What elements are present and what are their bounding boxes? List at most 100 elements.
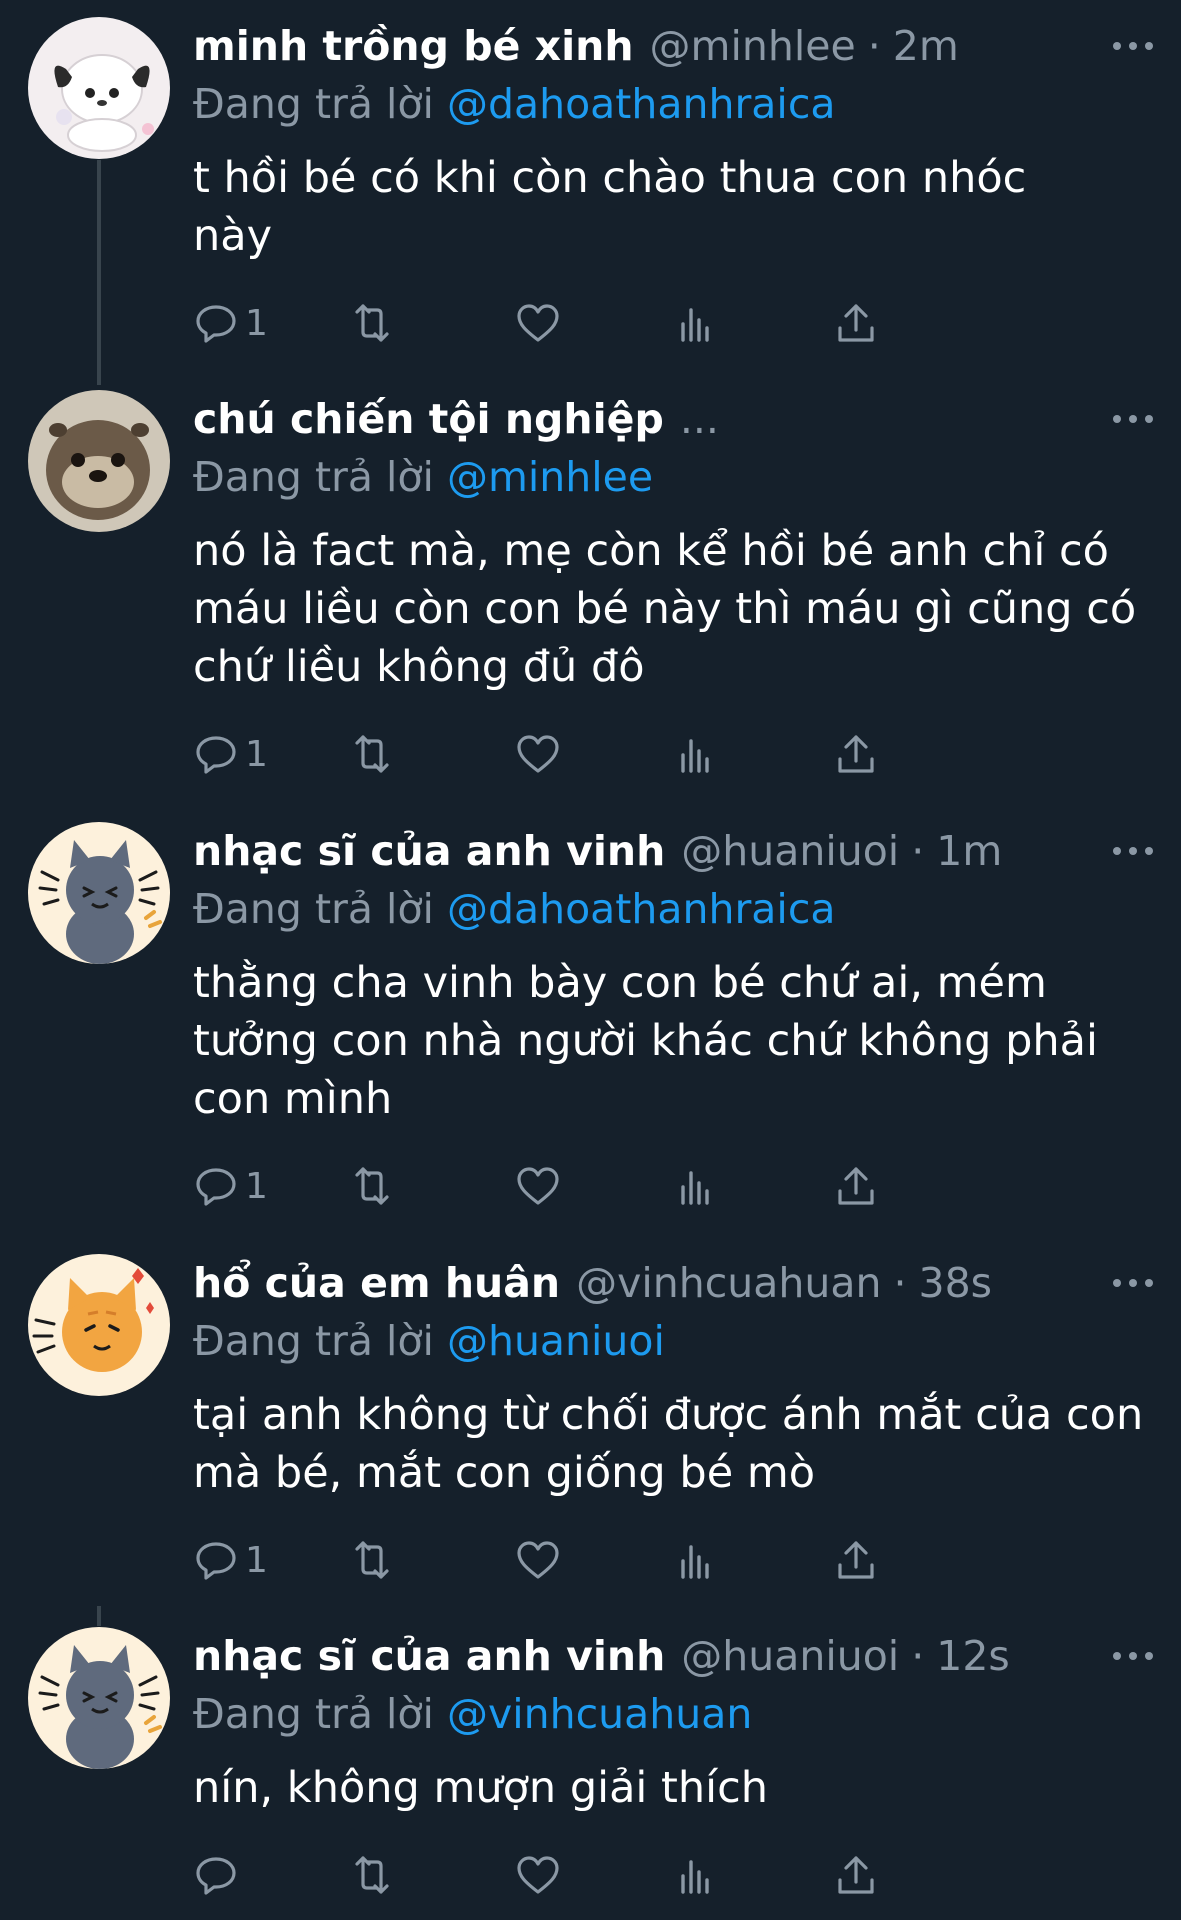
thread-connector-line: [97, 160, 101, 385]
retweet-button[interactable]: [349, 1156, 395, 1216]
user-handle[interactable]: @huaniuoi: [681, 822, 899, 880]
retweet-icon: [355, 1167, 389, 1205]
heart-icon: [517, 1856, 559, 1894]
retweet-button[interactable]: [349, 724, 395, 784]
reply-icon: [196, 736, 236, 774]
tweet-header: nhạc sĩ của anh vinh @huaniuoi · 1m: [193, 822, 1153, 880]
user-handle[interactable]: @vinhcuahuan: [576, 1254, 881, 1312]
tweet-header: nhạc sĩ của anh vinh @huaniuoi · 12s: [193, 1627, 1153, 1685]
dog-avatar-icon: [28, 17, 170, 159]
heart-icon: [517, 304, 559, 342]
replying-to-mention[interactable]: @huaniuoi: [447, 1317, 665, 1365]
heart-icon: [517, 1167, 559, 1205]
replying-to-line: Đang trả lời @vinhcuahuan: [193, 1685, 1153, 1743]
reply-button[interactable]: [193, 1845, 245, 1905]
view-analytics-button[interactable]: [673, 1845, 719, 1905]
display-name[interactable]: minh trồng bé xinh: [193, 17, 634, 75]
share-icon: [838, 1541, 874, 1579]
retweet-button[interactable]: [349, 1530, 395, 1590]
timestamp[interactable]: 1m: [936, 822, 1002, 880]
tweet-header: chú chiến tội nghiệp ...: [193, 390, 1153, 448]
retweet-icon: [355, 304, 389, 342]
replying-to-line: Đang trả lời @huaniuoi: [193, 1312, 1153, 1370]
reply-button[interactable]: 1: [193, 1530, 268, 1590]
share-button[interactable]: [833, 1845, 879, 1905]
like-button[interactable]: [515, 1156, 561, 1216]
gray-cat-avatar-icon: [28, 1627, 170, 1769]
replying-to-mention[interactable]: @dahoathanhraica: [447, 80, 836, 128]
replying-to-line: Đang trả lời @minhlee: [193, 448, 1153, 506]
replying-to-mention[interactable]: @dahoathanhraica: [447, 885, 836, 933]
user-handle[interactable]: @minhlee: [650, 17, 856, 75]
gray-cat-avatar-icon: [28, 822, 170, 964]
analytics-icon: [681, 1171, 709, 1205]
retweet-button[interactable]: [349, 1845, 395, 1905]
replying-to-line: Đang trả lời @dahoathanhraica: [193, 75, 1153, 133]
avatar[interactable]: [28, 390, 170, 532]
separator-dot: ·: [911, 1632, 925, 1680]
like-button[interactable]: [515, 293, 561, 353]
retweet-button[interactable]: [349, 293, 395, 353]
timestamp[interactable]: 38s: [919, 1254, 993, 1312]
more-options-button[interactable]: [1113, 31, 1153, 61]
tweet-text: t hồi bé có khi còn chào thua con nhóc n…: [193, 153, 1027, 261]
reply-icon: [196, 1542, 236, 1580]
retweet-icon: [355, 735, 389, 773]
avatar[interactable]: [28, 1254, 170, 1396]
tweet-text: nín, không mượn giải thích: [193, 1763, 768, 1813]
like-button[interactable]: [515, 1845, 561, 1905]
reply-icon: [196, 1857, 236, 1895]
tweet-actions: 1: [193, 293, 1153, 353]
share-button[interactable]: [833, 724, 879, 784]
share-icon: [838, 1167, 874, 1205]
more-options-button[interactable]: [1113, 1268, 1153, 1298]
orange-cat-avatar-icon: [28, 1254, 170, 1396]
avatar[interactable]: [28, 822, 170, 964]
view-analytics-button[interactable]: [673, 1530, 719, 1590]
view-analytics-button[interactable]: [673, 293, 719, 353]
name-truncation: ...: [679, 395, 719, 443]
reply-icon: [196, 305, 236, 343]
share-button[interactable]: [833, 1530, 879, 1590]
heart-icon: [517, 1541, 559, 1579]
avatar[interactable]: [28, 17, 170, 159]
separator-dot: ·: [893, 1259, 907, 1307]
replying-to-label: Đang trả lời: [193, 1690, 434, 1738]
tweet-actions: [193, 1845, 1153, 1905]
tweet-actions: 1: [193, 1530, 1153, 1590]
replying-to-mention[interactable]: @vinhcuahuan: [447, 1690, 752, 1738]
view-analytics-button[interactable]: [673, 724, 719, 784]
like-button[interactable]: [515, 724, 561, 784]
share-icon: [838, 735, 874, 773]
timestamp[interactable]: 12s: [936, 1627, 1010, 1685]
tweet-text: thằng cha vinh bày con bé chứ ai, mém tư…: [193, 958, 1098, 1124]
reply-button[interactable]: 1: [193, 1156, 268, 1216]
reply-button[interactable]: 1: [193, 724, 268, 784]
retweet-icon: [355, 1856, 389, 1894]
reply-icon: [196, 1168, 236, 1206]
separator-dot: ·: [867, 22, 881, 70]
more-options-button[interactable]: [1113, 836, 1153, 866]
reply-button[interactable]: 1: [193, 293, 268, 353]
tweet-text: nó là fact mà, mẹ còn kể hồi bé anh chỉ …: [193, 526, 1137, 692]
view-analytics-button[interactable]: [673, 1156, 719, 1216]
user-handle[interactable]: @huaniuoi: [681, 1627, 899, 1685]
avatar[interactable]: [28, 1627, 170, 1769]
otter-avatar-icon: [28, 390, 170, 532]
tweet-header: hổ của em huân @vinhcuahuan · 38s: [193, 1254, 1153, 1312]
like-button[interactable]: [515, 1530, 561, 1590]
display-name[interactable]: nhạc sĩ của anh vinh: [193, 822, 665, 880]
display-name[interactable]: hổ của em huân: [193, 1254, 560, 1312]
thread-connector-line: [97, 1606, 101, 1626]
display-name[interactable]: nhạc sĩ của anh vinh: [193, 1627, 665, 1685]
share-button[interactable]: [833, 293, 879, 353]
display-name[interactable]: chú chiến tội nghiệp: [193, 390, 664, 448]
more-options-button[interactable]: [1113, 404, 1153, 434]
more-options-button[interactable]: [1113, 1641, 1153, 1671]
share-icon: [838, 1856, 874, 1894]
share-icon: [838, 304, 874, 342]
replying-to-mention[interactable]: @minhlee: [447, 453, 653, 501]
share-button[interactable]: [833, 1156, 879, 1216]
replying-to-label: Đang trả lời: [193, 80, 434, 128]
timestamp[interactable]: 2m: [893, 17, 959, 75]
